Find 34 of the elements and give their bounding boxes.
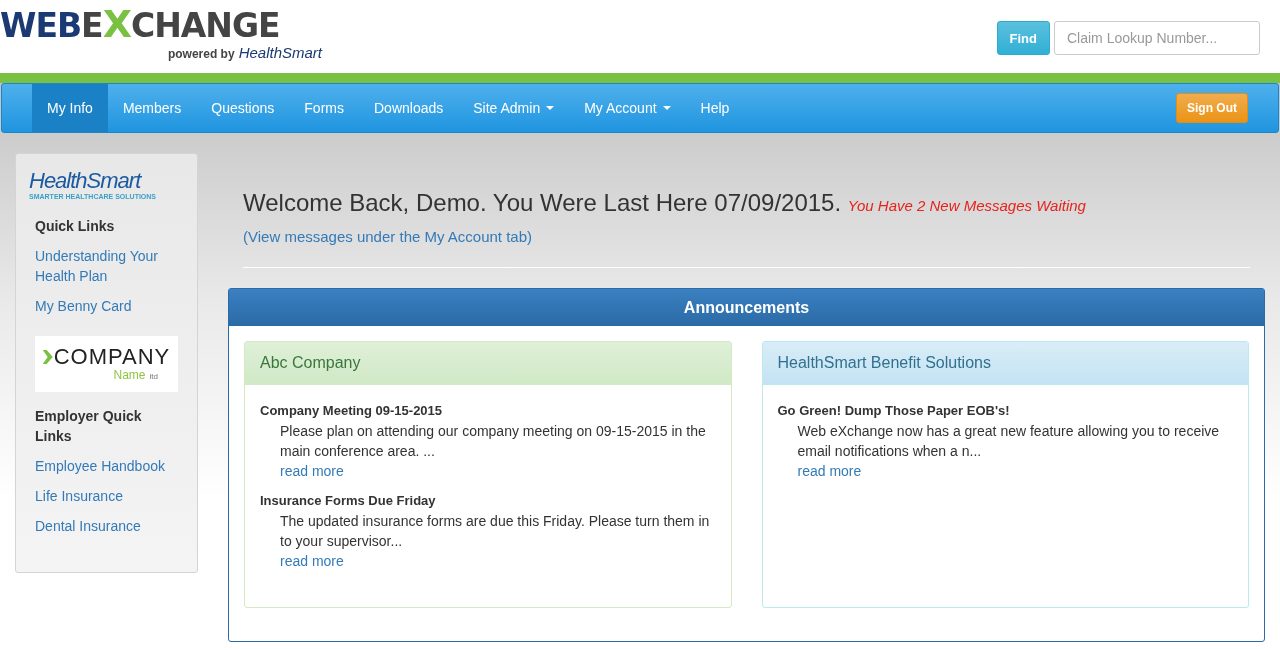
claim-lookup-field[interactable]: Claim Lookup Number... xyxy=(1054,21,1260,55)
nav-tab[interactable]: Questions xyxy=(196,84,290,132)
sidebar-link[interactable]: Employee Handbook xyxy=(35,456,165,476)
find-button[interactable]: Find xyxy=(996,21,1050,55)
announcement-text: Please plan on attending our company meeting on 09-15-2015 in the main conference area. ... xyxy=(279,422,707,461)
nav-tab[interactable]: Forms xyxy=(289,84,359,132)
announcement-title: Go Green! Dump Those Paper EOB's! xyxy=(777,402,1011,420)
nav-tab[interactable]: My Account xyxy=(569,84,686,132)
read-more-link[interactable]: read more xyxy=(280,551,344,571)
company-logo: COMPANY Name ltd xyxy=(35,336,178,392)
sign-out-button[interactable]: Sign Out xyxy=(1176,93,1248,123)
section-title: Quick Links xyxy=(35,217,115,236)
web-exchange-logo: WEBEXCHANGE powered by HealthSmart xyxy=(0,4,322,62)
announcement-title: Insurance Forms Due Friday xyxy=(260,492,437,510)
sidebar-link[interactable]: My Benny Card xyxy=(35,296,132,316)
sidebar-link[interactable]: Life Insurance xyxy=(35,486,123,506)
read-more-link[interactable]: read more xyxy=(280,461,344,481)
announcement-text: The updated insurance forms are due this Friday. Please turn them in to your supervisor... xyxy=(279,512,711,551)
welcome-message: Welcome Back, Demo. You Were Last Here 07/09/2015. You Have 2 New Messages Waiting (View messages under the My Account tab) xyxy=(243,189,1087,247)
card-header: Abc Company xyxy=(245,342,731,385)
nav-tab[interactable]: Site Admin xyxy=(458,84,570,132)
view-messages-link[interactable]: (View messages under the My Account tab) xyxy=(243,228,533,245)
nav-tab[interactable]: Members xyxy=(107,84,197,132)
section-title: Employer Quick Links xyxy=(35,407,143,446)
announcements-header: Announcements xyxy=(229,289,1264,326)
announcement-title: Company Meeting 09-15-2015 xyxy=(260,402,444,420)
sidebar-link[interactable]: Dental Insurance xyxy=(35,516,141,536)
sidebar-link[interactable]: Understanding Your Health Plan xyxy=(35,246,178,286)
nav-tab[interactable]: Help xyxy=(685,84,745,132)
card-header: HealthSmart Benefit Solutions xyxy=(762,342,1248,385)
nav-tab[interactable]: My Info xyxy=(32,84,108,132)
read-more-link[interactable]: read more xyxy=(797,461,862,481)
nav-tab[interactable]: Downloads xyxy=(359,84,459,132)
announcement-text: Web eXchange now has a great new feature allowing you to receive email notifications when a n... xyxy=(796,422,1221,461)
